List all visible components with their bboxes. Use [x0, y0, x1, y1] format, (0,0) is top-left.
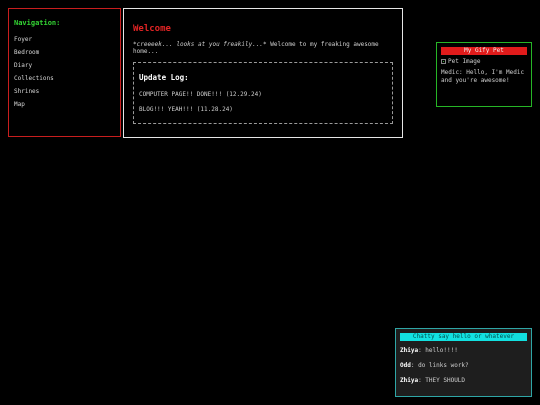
update-log-box: Update Log: COMPUTER PAGE!! DONE!!! (12.… [133, 62, 393, 124]
update-log-title: Update Log: [139, 73, 189, 82]
welcome-intro: *creeeek... looks at you freakily...* We… [133, 41, 393, 55]
welcome-title: Welcome [133, 24, 171, 34]
chat-username: Zhiya [400, 347, 419, 354]
broken-image-icon [441, 59, 446, 64]
chat-message: Odd: do links work? [400, 362, 469, 369]
chat-username: Zhiya [400, 377, 419, 384]
nav-link-foyer[interactable]: Foyer [14, 36, 115, 43]
pet-image: Pet Image [441, 58, 527, 65]
nav-link-shrines[interactable]: Shrines [14, 88, 115, 95]
nav-link-map[interactable]: Map [14, 101, 115, 108]
update-log-entry: COMPUTER PAGE!! DONE!!! (12.29.24) [139, 91, 262, 98]
chat-message: Zhiya: THEY SHOULD [400, 377, 466, 384]
pet-message: Medic: Hello, I'm Medic and you're aweso… [441, 69, 525, 84]
pet-image-alt: Pet Image [448, 58, 481, 65]
chat-text: do links work? [418, 362, 469, 369]
welcome-panel: Welcome *creeeek... looks at you freakil… [123, 8, 403, 138]
chat-header: Chatty say hello or whatever [400, 333, 527, 341]
chat-text: THEY SHOULD [425, 377, 466, 384]
intro-italic-text: *creeeek... looks at you freakily...* [133, 41, 267, 48]
nav-link-collections[interactable]: Collections [14, 75, 115, 82]
nav-link-bedroom[interactable]: Bedroom [14, 49, 115, 56]
navigation-panel: Navigation: Foyer Bedroom Diary Collecti… [8, 8, 121, 137]
chat-username: Odd [400, 362, 411, 369]
navigation-title: Navigation: [14, 19, 61, 27]
chat-text: hello!!!! [425, 347, 458, 354]
pet-widget-title: My Gify Pet [441, 47, 527, 55]
pet-widget: My Gify Pet Pet Image Medic: Hello, I'm … [436, 42, 532, 107]
chat-message: Zhiya: hello!!!! [400, 347, 458, 354]
update-log-entry: BLOG!!! YEAH!!! (11.28.24) [139, 106, 233, 113]
nav-link-diary[interactable]: Diary [14, 62, 115, 69]
chat-widget: Chatty say hello or whatever Zhiya: hell… [395, 328, 532, 397]
